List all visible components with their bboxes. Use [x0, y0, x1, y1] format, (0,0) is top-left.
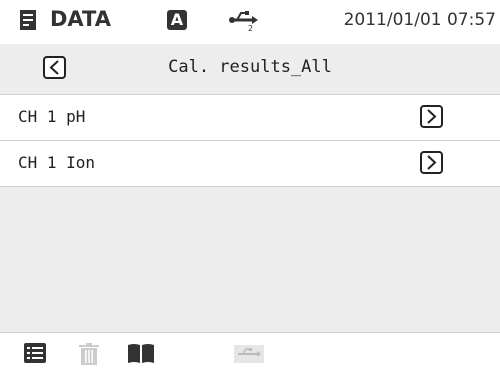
document-icon [20, 10, 36, 34]
title-bar: Cal. results_All [0, 44, 500, 95]
empty-list-area [0, 187, 500, 333]
chevron-right-icon [427, 109, 437, 124]
bottom-toolbar [0, 333, 500, 371]
list-item-label: CH 1 Ion [18, 153, 96, 172]
list-item-ch1-ph[interactable]: CH 1 pH [0, 95, 500, 141]
list-item-label: CH 1 pH [18, 107, 86, 126]
datetime: 2011/01/01 07:57 [343, 10, 496, 30]
list-icon[interactable] [24, 343, 46, 367]
results-list: CH 1 pH CH 1 Ion [0, 95, 500, 187]
list-item-ch1-ion[interactable]: CH 1 Ion [0, 141, 500, 187]
chevron-right-icon [427, 155, 437, 170]
open-ch1-ion-button[interactable] [420, 151, 443, 174]
auto-badge: A [167, 10, 187, 30]
mode-label: DATA [50, 7, 112, 31]
status-bar: DATA A 2 2011/01/01 07:57 [0, 0, 500, 44]
trash-icon[interactable] [79, 343, 99, 369]
svg-text:2: 2 [248, 24, 253, 32]
usb-icon: 2 [228, 8, 258, 36]
book-icon[interactable] [127, 343, 155, 367]
usb-icon[interactable] [234, 345, 264, 367]
page-title: Cal. results_All [168, 57, 332, 77]
open-ch1-ph-button[interactable] [420, 105, 443, 128]
